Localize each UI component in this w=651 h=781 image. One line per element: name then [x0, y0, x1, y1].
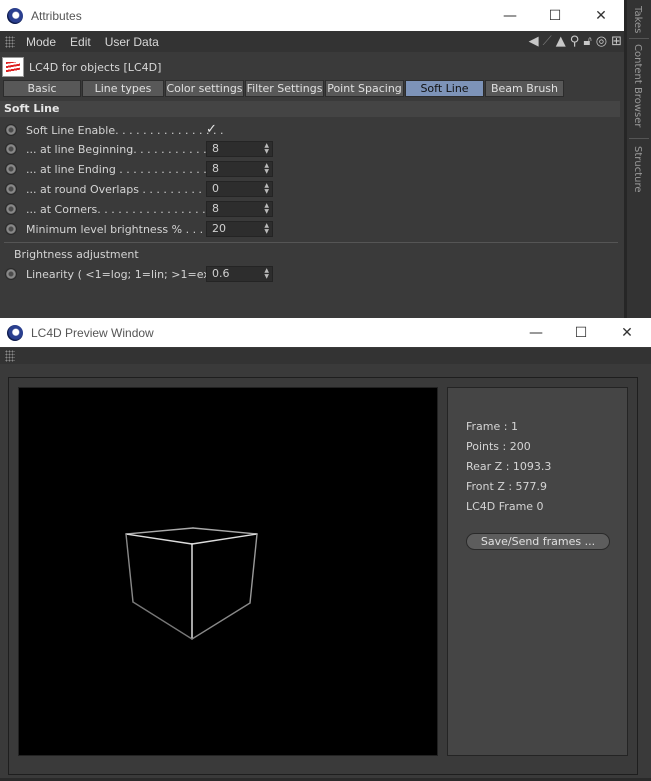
forward-arrow-icon[interactable]: ⟋ — [543, 34, 552, 49]
tab-filter-settings[interactable]: Filter Settings — [245, 80, 324, 97]
cinema4d-logo-icon — [7, 324, 23, 341]
soft-line-enable-checkbox[interactable]: ✓ — [206, 123, 220, 137]
param-label: ... at Corners. . . . . . . . . . . . . … — [26, 202, 227, 216]
spinner-arrows-icon[interactable]: ▲ ▼ — [264, 223, 269, 235]
grip-handle-icon[interactable] — [5, 350, 15, 362]
linearity-input[interactable]: 0.6 ▲ ▼ — [206, 266, 273, 282]
cube-edge — [249, 533, 258, 604]
tab-color-settings[interactable]: Color settings — [165, 80, 244, 97]
maximize-button[interactable]: ☐ — [532, 0, 578, 31]
brightness-adjustment-header: Brightness adjustment — [14, 248, 139, 261]
maximize-button[interactable]: ☐ — [558, 318, 604, 347]
cube-edge — [132, 601, 193, 640]
object-header: LC4D for objects [LC4D] — [0, 56, 624, 78]
dock-divider — [629, 138, 649, 139]
param-label: Soft Line Enable. . . . . . . . . . . . … — [26, 123, 224, 137]
param-label: ... at line Ending . . . . . . . . . . .… — [26, 162, 221, 176]
menu-user-data[interactable]: User Data — [105, 35, 159, 49]
line-ending-input[interactable]: 8 ▲ ▼ — [206, 161, 273, 177]
spinner-arrows-icon[interactable]: ▲ ▼ — [264, 163, 269, 175]
animation-keyframe-icon[interactable] — [5, 124, 17, 136]
spinner-arrows-icon[interactable]: ▲ ▼ — [264, 268, 269, 280]
tab-soft-line[interactable]: Soft Line — [405, 80, 484, 97]
cinema4d-logo-icon — [7, 7, 23, 24]
cube-edge — [192, 527, 258, 535]
cube-edge — [191, 602, 251, 640]
object-title: LC4D for objects [LC4D] — [29, 60, 162, 74]
tab-line-types[interactable]: Line types — [82, 80, 164, 97]
grip-handle-icon[interactable] — [5, 35, 15, 48]
target-icon[interactable]: ◎ — [596, 34, 607, 49]
minimize-button[interactable]: — — [513, 318, 559, 347]
menu-mode[interactable]: Mode — [26, 35, 56, 49]
menu-edit[interactable]: Edit — [70, 35, 91, 49]
front-z-readout: Front Z : 577.9 — [466, 480, 548, 493]
preview-viewport[interactable] — [18, 387, 438, 756]
section-divider — [4, 242, 618, 243]
preview-window: LC4D Preview Window — ☐ ✕ Frame: 1 Poin… — [0, 318, 651, 781]
cube-wireframe-render — [125, 527, 258, 640]
cube-edge — [191, 533, 258, 545]
right-dock-strip: Takes Content Browser Structure — [624, 0, 651, 318]
param-label: Minimum level brightness % . . . . . — [26, 222, 218, 236]
dock-tab-content-browser[interactable]: Content Browser — [632, 44, 643, 127]
round-overlaps-input[interactable]: 0 ▲ ▼ — [206, 181, 273, 197]
animation-keyframe-icon[interactable] — [5, 163, 17, 175]
spinner-arrows-icon[interactable]: ▲ ▼ — [264, 143, 269, 155]
tab-bar: Basic Line types Color settings Filter S… — [3, 80, 565, 97]
back-arrow-icon[interactable]: ◀ — [529, 34, 539, 49]
save-send-frames-button[interactable]: Save/Send frames ... — [466, 533, 610, 550]
frame-readout: Frame : 1 — [466, 420, 518, 433]
tab-point-spacing[interactable]: Point Spacing — [325, 80, 404, 97]
close-button[interactable]: ✕ — [578, 0, 624, 31]
lock-icon[interactable]: 🔓︎ — [583, 34, 591, 49]
minimize-button[interactable]: — — [487, 0, 533, 31]
animation-keyframe-icon[interactable] — [5, 223, 17, 235]
line-beginning-input[interactable]: 8 ▲ ▼ — [206, 141, 273, 157]
animation-keyframe-icon[interactable] — [5, 183, 17, 195]
attributes-menubar: Mode Edit User Data ◀ ⟋ ▲ ⚲ 🔓︎ ◎ ⊞ — [0, 31, 624, 52]
spinner-arrows-icon[interactable]: ▲ ▼ — [264, 203, 269, 215]
param-label: Linearity ( <1=log; 1=lin; >1=exp ) — [26, 267, 225, 281]
animation-keyframe-icon[interactable] — [5, 203, 17, 215]
cube-edge — [125, 533, 193, 545]
lc4d-frame-readout: LC4D Frame 0 — [466, 500, 544, 513]
attributes-panel: Attributes — ☐ ✕ Mode Edit User Data ◀ ⟋… — [0, 0, 624, 318]
min-brightness-input[interactable]: 20 ▲ ▼ — [206, 221, 273, 237]
lc4d-logo-icon — [2, 57, 24, 77]
param-label: ... at line Beginning. . . . . . . . . .… — [26, 142, 228, 156]
dock-tab-structure[interactable]: Structure — [632, 146, 643, 193]
attributes-titlebar[interactable]: Attributes — ☐ ✕ — [0, 0, 624, 31]
preview-toolbar — [0, 348, 651, 364]
animation-keyframe-icon[interactable] — [5, 268, 17, 280]
search-icon[interactable]: ⚲ — [570, 34, 580, 49]
spinner-arrows-icon[interactable]: ▲ ▼ — [264, 183, 269, 195]
section-header-soft-line: Soft Line — [0, 101, 620, 117]
tab-beam-brush[interactable]: Beam Brush — [485, 80, 564, 97]
cube-edge — [125, 533, 134, 603]
up-arrow-icon[interactable]: ▲ — [556, 34, 566, 49]
close-button[interactable]: ✕ — [604, 318, 650, 347]
frame-info-panel: Frame : 1 Points : 200 Rear Z : 1093.3 F… — [447, 387, 628, 756]
points-readout: Points : 200 — [466, 440, 531, 453]
preview-window-title: LC4D Preview Window — [31, 325, 154, 340]
dock-divider — [629, 38, 649, 39]
attributes-toolbar: ◀ ⟋ ▲ ⚲ 🔓︎ ◎ ⊞ — [529, 31, 622, 52]
corners-input[interactable]: 8 ▲ ▼ — [206, 201, 273, 217]
param-label: ... at round Overlaps . . . . . . . . . … — [26, 182, 223, 196]
new-panel-icon[interactable]: ⊞ — [611, 34, 622, 49]
attributes-window-title: Attributes — [31, 8, 82, 23]
animation-keyframe-icon[interactable] — [5, 143, 17, 155]
dock-tab-takes[interactable]: Takes — [632, 6, 643, 33]
tab-basic[interactable]: Basic — [3, 80, 81, 97]
cube-edge — [125, 527, 194, 535]
rear-z-readout: Rear Z : 1093.3 — [466, 460, 552, 473]
preview-titlebar[interactable]: LC4D Preview Window — ☐ ✕ — [0, 318, 651, 347]
